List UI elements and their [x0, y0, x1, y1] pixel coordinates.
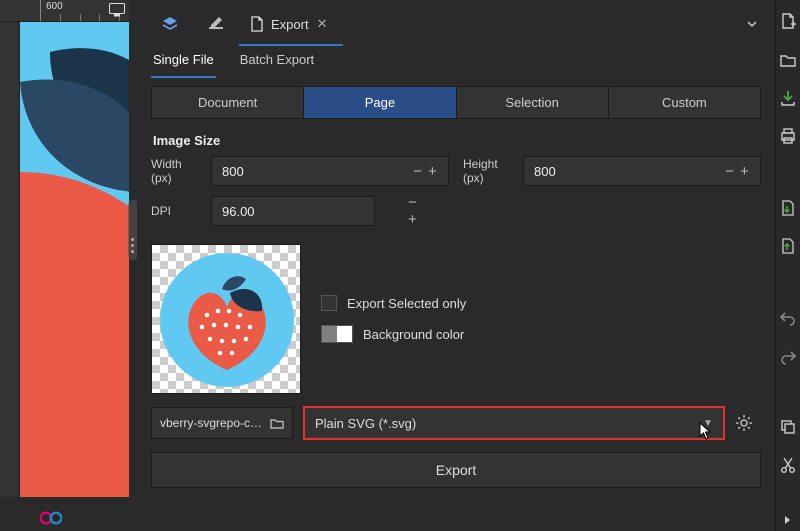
height-label: Height (px): [463, 157, 509, 186]
gear-icon[interactable]: [735, 414, 761, 432]
subtab-batch-export[interactable]: Batch Export: [240, 52, 314, 78]
redo-icon[interactable]: [776, 345, 800, 367]
tab-export-label: Export: [271, 17, 309, 32]
width-stepper[interactable]: −+: [408, 163, 448, 180]
background-color-label: Background color: [363, 327, 464, 342]
width-field[interactable]: −+: [211, 156, 449, 186]
export-doc-icon[interactable]: [776, 235, 800, 257]
background-color-swatch[interactable]: [321, 325, 353, 343]
canvas[interactable]: [20, 22, 129, 497]
export-selected-only-row[interactable]: Export Selected only: [321, 295, 761, 311]
filename-field[interactable]: vberry-svgrepo-com.svg: [151, 407, 293, 439]
height-stepper[interactable]: −+: [720, 163, 760, 180]
chevron-down-icon[interactable]: [745, 17, 759, 31]
export-selected-only-checkbox[interactable]: [321, 295, 337, 311]
canvas-bottom-strip: [0, 497, 129, 531]
width-input[interactable]: [212, 164, 408, 179]
copy-icon[interactable]: [776, 416, 800, 438]
save-icon[interactable]: [776, 87, 800, 109]
undo-icon[interactable]: [776, 306, 800, 328]
height-input[interactable]: [524, 164, 720, 179]
expand-right-icon[interactable]: [776, 509, 800, 531]
new-document-icon[interactable]: [776, 10, 800, 32]
canvas-scrollbar[interactable]: [129, 0, 137, 531]
color-infinity-icon[interactable]: [40, 511, 62, 525]
dpi-label: DPI: [151, 204, 197, 218]
ruler-horizontal: 600 70: [0, 0, 129, 22]
import-icon[interactable]: [776, 197, 800, 219]
tab-export[interactable]: Export ✕: [239, 2, 337, 46]
format-value: Plain SVG (*.svg): [315, 416, 416, 431]
export-button[interactable]: Export: [151, 452, 761, 488]
height-field[interactable]: −+: [523, 156, 761, 186]
dpi-field[interactable]: −+: [211, 196, 375, 226]
tab-edit[interactable]: [193, 2, 239, 46]
dpi-stepper[interactable]: −+: [408, 194, 423, 228]
tab-layers[interactable]: [147, 2, 193, 46]
image-size-title: Image Size: [137, 119, 775, 156]
close-icon[interactable]: ✕: [317, 16, 328, 32]
scope-selection[interactable]: Selection: [457, 86, 609, 119]
format-dropdown[interactable]: Plain SVG (*.svg) ▼: [303, 406, 725, 440]
print-icon[interactable]: [776, 125, 800, 147]
panel-tabs: Export ✕: [137, 0, 775, 48]
folder-icon[interactable]: [270, 417, 284, 429]
ruler-tick-label: 600: [46, 1, 63, 12]
export-panel: Export ✕ Single File Batch Export Docume…: [137, 0, 775, 531]
export-selected-only-label: Export Selected only: [347, 296, 466, 311]
canvas-area: 600 70: [0, 0, 129, 531]
right-toolbar: [775, 0, 800, 531]
scope-document[interactable]: Document: [151, 86, 304, 119]
cursor-icon: [699, 422, 713, 440]
open-folder-icon[interactable]: [776, 48, 800, 70]
display-icon[interactable]: [109, 3, 125, 17]
filename-text: vberry-svgrepo-com.svg: [160, 416, 264, 430]
width-label: Width (px): [151, 157, 197, 186]
dpi-input[interactable]: [212, 204, 408, 219]
scope-page[interactable]: Page: [304, 86, 456, 119]
scope-custom[interactable]: Custom: [609, 86, 761, 119]
background-color-row[interactable]: Background color: [321, 325, 761, 343]
cut-icon[interactable]: [776, 454, 800, 476]
document-icon: [249, 16, 265, 32]
ruler-vertical: [0, 22, 20, 497]
export-preview: [151, 244, 301, 394]
subtab-single-file[interactable]: Single File: [153, 52, 214, 78]
